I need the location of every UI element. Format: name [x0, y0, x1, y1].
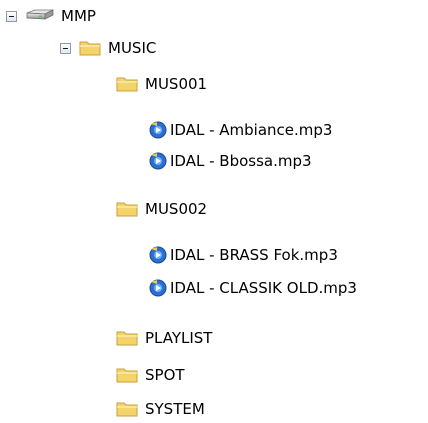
audio-file-icon — [148, 151, 168, 171]
file-name: IDAL - Bbossa.mp3 — [170, 152, 312, 170]
tree-file-item[interactable]: IDAL - CLASSIK OLD.mp3 — [148, 276, 357, 300]
file-name: IDAL - Ambiance.mp3 — [170, 121, 333, 139]
tree-node-mmp[interactable]: MMP — [6, 4, 96, 28]
tree-node-mus002[interactable]: MUS002 — [116, 197, 207, 221]
tree-node-label: MMP — [61, 7, 96, 25]
tree-node-music[interactable]: MUSIC — [60, 36, 156, 60]
audio-file-icon — [148, 245, 168, 265]
tree-node-label: MUSIC — [108, 39, 157, 57]
folder-icon — [116, 75, 138, 93]
tree-file-item[interactable]: IDAL - Bbossa.mp3 — [148, 149, 312, 173]
tree-node-mus001[interactable]: MUS001 — [116, 72, 207, 96]
tree-node-label: SPOT — [145, 366, 185, 384]
tree-node-spot[interactable]: SPOT — [116, 363, 185, 387]
tree-file-item[interactable]: IDAL - Ambiance.mp3 — [148, 118, 332, 142]
folder-icon — [116, 329, 138, 347]
tree-node-label: MUS001 — [145, 75, 208, 93]
collapse-toggle-icon[interactable] — [6, 10, 17, 22]
tree-node-system[interactable]: SYSTEM — [116, 397, 205, 421]
drive-icon — [25, 7, 55, 25]
folder-icon — [79, 39, 101, 57]
file-name: IDAL - BRASS Fok.mp3 — [170, 246, 338, 264]
folder-icon — [116, 200, 138, 218]
file-name: IDAL - CLASSIK OLD.mp3 — [170, 279, 357, 297]
tree-file-item[interactable]: IDAL - BRASS Fok.mp3 — [148, 243, 338, 267]
folder-icon — [116, 400, 138, 418]
tree-node-label: MUS002 — [145, 200, 208, 218]
tree-node-label: SYSTEM — [145, 400, 205, 418]
audio-file-icon — [148, 278, 168, 298]
tree-node-label: PLAYLIST — [145, 329, 213, 347]
folder-icon — [116, 366, 138, 384]
tree-node-playlist[interactable]: PLAYLIST — [116, 326, 212, 350]
audio-file-icon — [148, 120, 168, 140]
collapse-toggle-icon[interactable] — [60, 42, 71, 54]
